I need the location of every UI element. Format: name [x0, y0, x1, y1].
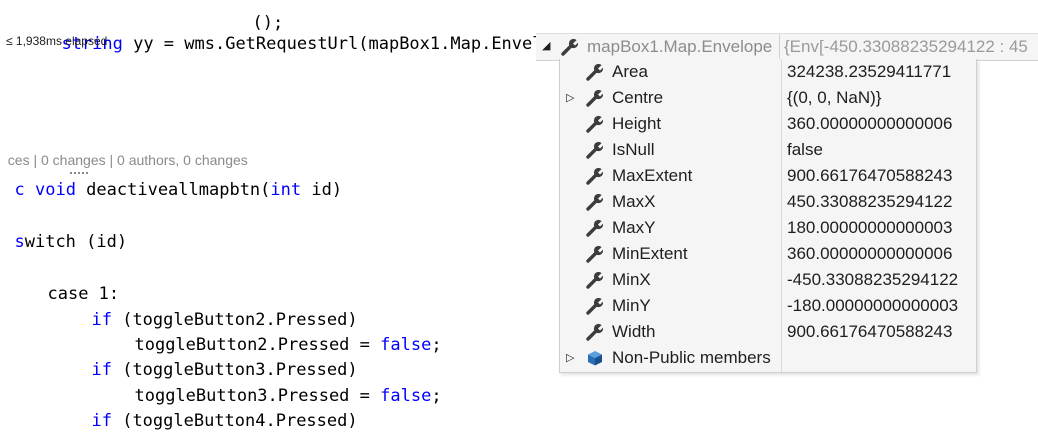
wrench-icon [585, 167, 605, 185]
member-value[interactable]: -450.33088235294122 [787, 267, 958, 293]
wrench-icon [585, 271, 605, 289]
method-name: deactiveallmapbtn( [75, 180, 271, 200]
member-value[interactable]: -180.00000000000003 [787, 293, 958, 319]
datatip-member-row[interactable]: ▷ Centre {(0, 0, NaN)} [560, 85, 976, 111]
suggestion-dots[interactable] [70, 168, 88, 174]
member-name: MaxExtent [612, 166, 693, 185]
wrench-icon [560, 38, 580, 56]
datatip-members-panel: Area 324238.23529411771 ▷ Centre {(0, 0, NaN… [559, 59, 977, 373]
datatip-member-row[interactable]: Area 324238.23529411771 [560, 59, 976, 85]
member-name: IsNull [612, 140, 655, 159]
member-value[interactable]: {(0, 0, NaN)} [787, 85, 882, 111]
datatip-value[interactable]: {Env[-450.33088235294122 : 45 [784, 34, 1028, 59]
member-name: MinExtent [612, 244, 688, 263]
datatip-member-row[interactable]: Height 360.00000000000006 [560, 111, 976, 137]
code-line-if-toggle2[interactable]: if (toggleButton2.Pressed) [71, 281, 357, 330]
datatip-member-row[interactable]: MinX -450.33088235294122 [560, 267, 976, 293]
code-line-assign-toggle3[interactable]: toggleButton3.Pressed = false; [114, 357, 441, 406]
member-value[interactable]: 324238.23529411771 [787, 59, 951, 85]
member-value[interactable]: 450.33088235294122 [787, 189, 952, 215]
keyword-public-fragment: c [14, 180, 25, 200]
wrench-icon [585, 323, 605, 341]
cube-icon [585, 349, 605, 367]
member-name: Width [612, 322, 656, 341]
member-value[interactable]: 180.00000000000003 [787, 215, 952, 241]
member-name: MinX [612, 270, 651, 289]
code-line-if-toggle3[interactable]: if (toggleButton3.Pressed) [71, 331, 357, 380]
keyword-void: void [34, 180, 76, 200]
member-name: MaxY [612, 218, 656, 237]
code-line-method-signature[interactable]: c void deactiveallmapbtn(int id) [0, 151, 342, 200]
datatip-expression: mapBox1.Map.Envelope [587, 37, 773, 56]
semicolon: ; [431, 386, 442, 406]
datatip-member-row[interactable]: Width 900.66176470588243 [560, 319, 976, 345]
code-line-switch[interactable]: switch (id) [0, 203, 127, 252]
column-divider [779, 34, 780, 60]
wrench-icon [585, 63, 605, 81]
member-name: MinY [612, 296, 651, 315]
expand-triangle-icon[interactable]: ▷ [566, 85, 574, 111]
wrench-icon [585, 219, 605, 237]
datatip-header[interactable]: ◢ mapBox1.Map.Envelope {Env[-450.3308823… [536, 33, 1038, 61]
member-name: MaxX [612, 192, 656, 211]
code-line-get-request-url[interactable]: string yy = wms.GetRequestUrl(mapBox1.Ma… [0, 5, 777, 54]
wrench-icon [585, 89, 605, 107]
wrench-icon [585, 115, 605, 133]
keyword-switch-fragment: s [14, 232, 25, 252]
datatip-member-row[interactable]: MaxExtent 900.66176470588243 [560, 163, 976, 189]
wrench-icon [585, 245, 605, 263]
keyword-false: false [380, 386, 432, 406]
expand-triangle-icon[interactable]: ▷ [566, 345, 574, 371]
datatip-member-row[interactable]: IsNull false [560, 137, 976, 163]
wrench-icon [585, 193, 605, 211]
code-line-if-toggle4[interactable]: if (toggleButton4.Pressed) [71, 382, 357, 431]
semicolon: ; [431, 335, 442, 355]
datatip-member-row[interactable]: ▷ Non-Public members [560, 345, 976, 371]
member-value[interactable]: 900.66176470588243 [787, 163, 952, 189]
keyword-int: int [270, 180, 302, 200]
datatip-member-row[interactable]: MaxX 450.33088235294122 [560, 189, 976, 215]
keyword-false: false [380, 335, 432, 355]
member-value[interactable]: false [787, 137, 823, 163]
member-value[interactable]: 360.00000000000006 [787, 241, 952, 267]
datatip-member-row[interactable]: MinY -180.00000000000003 [560, 293, 976, 319]
member-name: Area [612, 62, 648, 81]
keyword-if: if [91, 411, 112, 431]
member-value[interactable]: 900.66176470588243 [787, 319, 952, 345]
code-text: (toggleButton4.Pressed) [111, 411, 358, 431]
member-value[interactable]: 360.00000000000006 [787, 111, 952, 137]
wrench-icon [585, 297, 605, 315]
code-text: id) [301, 180, 343, 200]
wrench-icon [585, 141, 605, 159]
collapse-triangle-icon[interactable]: ◢ [542, 34, 550, 59]
member-name: Centre [612, 88, 664, 107]
keyword-if: if [91, 360, 112, 380]
code-text: witch (id) [24, 232, 128, 252]
keyword-if: if [91, 310, 112, 330]
datatip-member-row[interactable]: MaxY 180.00000000000003 [560, 215, 976, 241]
datatip-member-row[interactable]: MinExtent 360.00000000000006 [560, 241, 976, 267]
member-name: Non-Public members [612, 348, 771, 367]
member-name: Height [612, 114, 662, 133]
code-line-assign-toggle2[interactable]: toggleButton2.Pressed = false; [114, 306, 441, 355]
perf-tip[interactable]: ≤ 1,938ms elapsed [6, 34, 107, 48]
code-line-case[interactable]: case 1: [27, 255, 119, 304]
